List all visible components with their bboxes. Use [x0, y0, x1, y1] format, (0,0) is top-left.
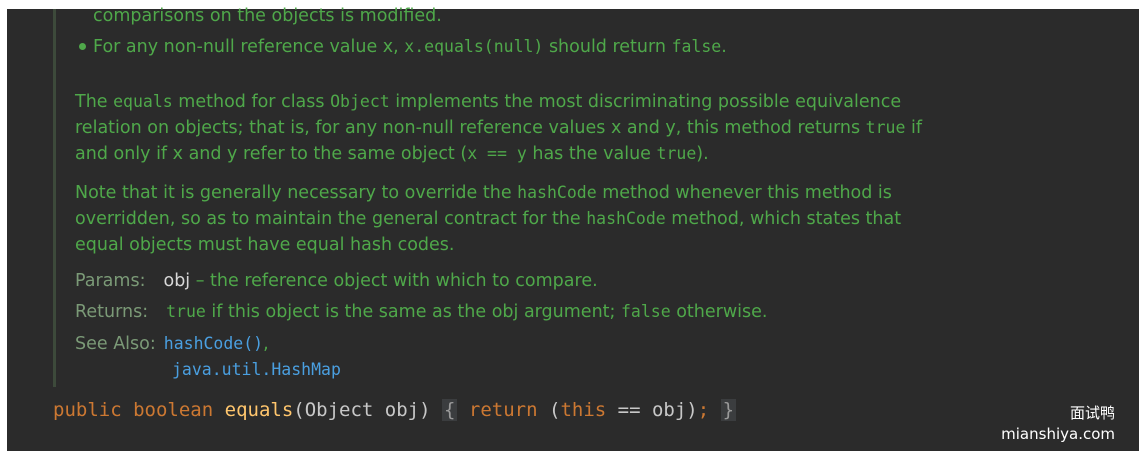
- doc-see-also: See Also: hashCode(),: [75, 331, 269, 357]
- code-line-equals[interactable]: public boolean equals(Object obj) { retu…: [53, 399, 737, 421]
- doc-text: method, which states that: [665, 209, 902, 229]
- doc-text: overridden, so as to maintain the genera…: [75, 209, 587, 229]
- doc-code: false: [671, 37, 722, 56]
- doc-gutter-bar: [53, 9, 56, 387]
- doc-para2-line3: equal objects must have equal hash codes…: [75, 232, 455, 258]
- doc-text: and only if x and y refer to the same ob…: [75, 144, 468, 164]
- watermark-site: mianshiya.com: [1001, 425, 1115, 443]
- doc-bullet: For any non-null reference value x, x.eq…: [75, 34, 727, 60]
- doc-text: should return: [543, 37, 672, 57]
- doc-para2-line2: overridden, so as to maintain the genera…: [75, 206, 901, 232]
- doc-cut-line: comparisons on the objects is modified.: [93, 3, 442, 29]
- code-paren: (: [549, 399, 561, 421]
- doc-code: hashCode: [517, 183, 597, 202]
- param-name: obj: [163, 271, 191, 291]
- doc-returns: Returns: true if this object is the same …: [75, 299, 767, 325]
- doc-text: implements the most discriminating possi…: [389, 92, 902, 112]
- doc-see-also-line2: java.util.HashMap: [172, 357, 341, 383]
- keyword-boolean: boolean: [133, 399, 214, 421]
- hashcode-link[interactable]: hashCode(): [164, 334, 263, 353]
- doc-code: x.equals(null): [404, 37, 544, 56]
- doc-text: .: [721, 37, 727, 57]
- code-editor: comparisons on the objects is modified. …: [7, 6, 1139, 451]
- hashmap-link[interactable]: java.util.HashMap: [172, 360, 341, 379]
- doc-para1-line3: and only if x and y refer to the same ob…: [75, 141, 709, 167]
- doc-para1-line2: relation on objects; that is, for any no…: [75, 115, 922, 141]
- code-semicolon: ;: [697, 399, 710, 421]
- doc-code: equals: [113, 92, 173, 111]
- method-params: (Object obj): [293, 399, 431, 421]
- doc-text: – the reference object with which to com…: [190, 271, 598, 291]
- params-label: Params:: [75, 271, 146, 291]
- see-also-label: See Also:: [75, 334, 156, 354]
- doc-code: Object: [330, 92, 390, 111]
- method-name[interactable]: equals: [225, 399, 294, 421]
- doc-text: has the value: [526, 144, 657, 164]
- doc-text: comparisons on the objects is modified.: [93, 6, 442, 26]
- watermark: 面试鸭 mianshiya.com: [1001, 403, 1115, 445]
- code-expression: == obj): [606, 399, 698, 421]
- doc-text: For any non-null reference value x,: [93, 37, 405, 57]
- doc-text: The: [75, 92, 114, 112]
- doc-text: ).: [696, 144, 709, 164]
- bullet-icon: [79, 42, 86, 50]
- watermark-cn: 面试鸭: [1069, 404, 1115, 422]
- keyword-this: this: [560, 399, 607, 421]
- doc-code: hashCode: [586, 209, 666, 228]
- keyword-public: public: [53, 399, 122, 421]
- doc-para2-line1: Note that it is generally necessary to o…: [75, 180, 892, 206]
- doc-text: ,: [263, 334, 269, 354]
- doc-text: relation on objects; that is, for any no…: [75, 118, 866, 138]
- doc-code: x == y: [467, 144, 527, 163]
- doc-code: true: [865, 118, 906, 137]
- doc-para1-line1: The equals method for class Object imple…: [75, 89, 901, 115]
- doc-params: Params: obj – the reference object with w…: [75, 268, 598, 294]
- doc-text: if this object is the same as the obj ar…: [205, 302, 621, 322]
- doc-text: equal objects must have equal hash codes…: [75, 235, 455, 255]
- doc-text: method for class: [172, 92, 331, 112]
- doc-code: true: [656, 144, 697, 163]
- returns-label: Returns:: [75, 302, 149, 322]
- fold-brace-open[interactable]: {: [442, 399, 458, 421]
- doc-text: method whenever this method is: [596, 183, 892, 203]
- keyword-return: return: [468, 399, 538, 421]
- fold-brace-close[interactable]: }: [720, 399, 737, 421]
- doc-code: false: [620, 302, 671, 321]
- doc-code: true: [166, 302, 206, 321]
- doc-text: if: [905, 118, 923, 138]
- doc-text: otherwise.: [670, 302, 768, 322]
- doc-text: Note that it is generally necessary to o…: [75, 183, 518, 203]
